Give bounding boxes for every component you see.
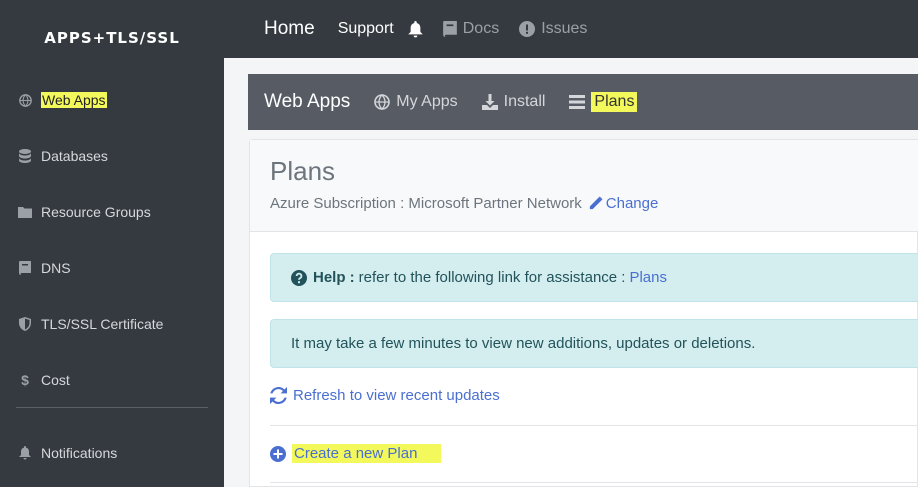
nav-issues[interactable]: Issues (519, 20, 587, 38)
nav-issues-label: Issues (541, 20, 588, 37)
card-header: Plans Azure Subscription : Microsoft Par… (250, 140, 918, 232)
subnav-install-label: Install (503, 93, 546, 110)
subnav-title[interactable]: Web Apps (264, 91, 350, 113)
bell-icon[interactable] (407, 20, 423, 38)
subnav-plans[interactable]: Plans (569, 92, 638, 112)
question-circle-icon (291, 269, 307, 286)
subnav-bar: Web Apps My Apps Install Plans (248, 74, 918, 130)
change-label: Change (605, 195, 659, 212)
page-title: Plans (270, 156, 336, 186)
sidebar-item-dns[interactable]: DNS (0, 248, 224, 288)
help-alert: Help : refer to the following link for a… (270, 253, 918, 302)
book-icon (18, 261, 32, 275)
plus-circle-icon (270, 445, 286, 462)
brand-logo[interactable]: APPS+TLS/SSL (0, 0, 224, 76)
sidebar-item-label: TLS/SSL Certificate (41, 316, 164, 332)
database-icon (18, 149, 32, 163)
subscription-text: Azure Subscription : Microsoft Partner N… (270, 195, 582, 212)
subscription-info: Azure Subscription : Microsoft Partner N… (270, 195, 658, 212)
bell-icon (18, 446, 32, 460)
download-icon (481, 94, 498, 110)
globe-icon (18, 93, 32, 107)
subnav-my-apps[interactable]: My Apps (374, 93, 458, 111)
help-label: Help : (313, 269, 355, 286)
nav-docs-label: Docs (462, 20, 500, 37)
divider (270, 425, 918, 426)
dollar-icon: $ (21, 372, 29, 388)
list-icon (569, 95, 586, 109)
create-plan-label: Create a new Plan (292, 444, 442, 463)
refresh-icon (270, 387, 287, 404)
sidebar-divider (16, 407, 208, 408)
notice-text: It may take a few minutes to view new ad… (291, 335, 756, 352)
subnav-plans-label: Plans (591, 92, 638, 112)
create-plan-link[interactable]: Create a new Plan (270, 444, 442, 463)
sidebar-item-label: Notifications (41, 445, 118, 461)
nav-support[interactable]: Support (338, 20, 394, 38)
sidebar-item-tls-ssl-certificate[interactable]: TLS/SSL Certificate (0, 304, 224, 344)
change-subscription-link[interactable]: Change (588, 195, 659, 212)
sidebar: APPS+TLS/SSL Web Apps Databases Resource… (0, 0, 224, 487)
help-text: refer to the following link for assistan… (358, 269, 626, 286)
notice-alert: It may take a few minutes to view new ad… (270, 319, 918, 368)
book-icon (442, 21, 457, 37)
subnav-my-apps-label: My Apps (396, 93, 458, 110)
sidebar-item-label: Databases (41, 148, 108, 164)
subnav-install[interactable]: Install (481, 93, 546, 111)
sidebar-item-label: Resource Groups (41, 204, 151, 220)
refresh-label: Refresh to view recent updates (293, 387, 500, 404)
help-plans-link[interactable]: Plans (629, 269, 667, 286)
shield-icon (18, 317, 32, 331)
sidebar-item-databases[interactable]: Databases (0, 136, 224, 176)
globe-icon (374, 94, 391, 110)
sidebar-item-web-apps[interactable]: Web Apps (0, 80, 224, 120)
sidebar-item-cost[interactable]: $ Cost (0, 360, 224, 400)
sidebar-item-label: DNS (41, 260, 71, 276)
sidebar-item-label: Cost (41, 372, 70, 388)
folder-icon (18, 205, 32, 219)
sidebar-item-notifications[interactable]: Notifications (0, 433, 224, 473)
nav-docs[interactable]: Docs (442, 20, 500, 38)
nav-home[interactable]: Home (264, 18, 315, 40)
sidebar-item-resource-groups[interactable]: Resource Groups (0, 192, 224, 232)
refresh-link[interactable]: Refresh to view recent updates (270, 387, 500, 404)
top-navbar: Home Support Docs Issues (224, 0, 918, 58)
divider (270, 482, 918, 483)
sidebar-item-label: Web Apps (41, 92, 107, 108)
pencil-icon (589, 196, 603, 210)
plans-card: Plans Azure Subscription : Microsoft Par… (249, 139, 918, 487)
exclamation-circle-icon (519, 21, 536, 37)
